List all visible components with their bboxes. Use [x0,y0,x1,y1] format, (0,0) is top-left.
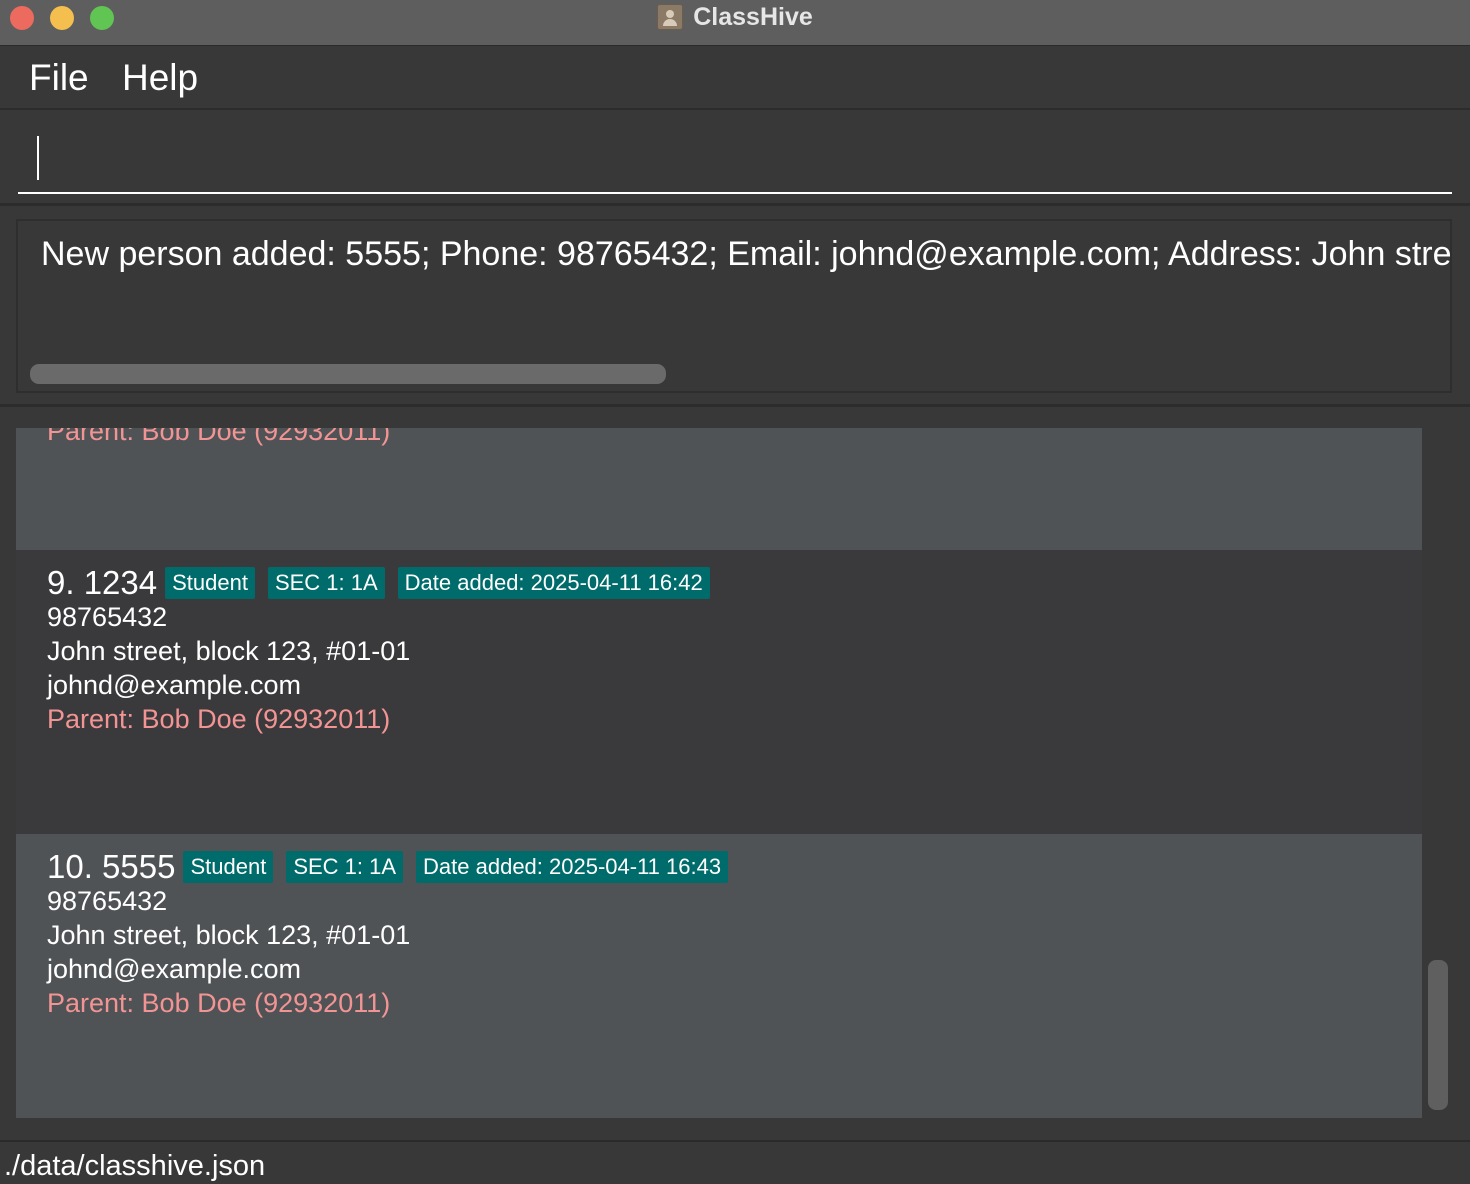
person-name: 9. 1234 [47,564,158,601]
command-input[interactable] [18,124,1452,194]
person-parent: Parent: Bob Doe (92932011) [47,428,391,446]
person-email: johnd@example.com [47,954,302,984]
title-bar: ClassHive [0,0,1470,46]
person-parent: Parent: Bob Doe (92932011) [47,988,391,1018]
status-bar: ./data/classhive.json [0,1140,1470,1184]
person-phone: 98765432 [47,602,168,632]
command-box [0,112,1470,206]
person-email: johnd@example.com [47,670,302,700]
date-added-tag: Date added: 2025-04-11 16:43 [416,851,729,883]
data-file-path: ./data/classhive.json [4,1150,266,1182]
person-list[interactable]: Parent: Bob Doe (92932011) 9. 1234 Stude… [16,428,1422,1118]
list-vertical-scrollbar[interactable] [1428,960,1448,1110]
window-title: ClassHive [693,2,813,31]
person-card[interactable]: 9. 1234 Student SEC 1: 1A Date added: 20… [16,550,1422,834]
divider [0,404,1470,407]
person-card-header: 9. 1234 Student SEC 1: 1A Date added: 20… [47,564,723,602]
result-horizontal-scrollbar[interactable] [30,364,666,384]
class-tag: SEC 1: 1A [286,851,404,883]
person-card[interactable]: 10. 5555 Student SEC 1: 1A Date added: 2… [16,834,1422,1118]
person-address: John street, block 123, #01-01 [47,920,411,950]
role-tag: Student [165,567,255,599]
person-parent: Parent: Bob Doe (92932011) [47,704,391,734]
class-tag: SEC 1: 1A [267,567,385,599]
date-added-tag: Date added: 2025-04-11 16:42 [397,567,710,599]
person-card[interactable]: Parent: Bob Doe (92932011) [16,428,1422,550]
person-phone: 98765432 [47,886,168,916]
person-name: 10. 5555 [47,848,176,885]
person-address: John street, block 123, #01-01 [47,636,411,666]
app-icon [657,4,684,30]
menu-help[interactable]: Help [122,57,198,99]
result-message: New person added: 5555; Phone: 98765432;… [41,235,1452,273]
text-caret [37,136,39,180]
person-card-header: 10. 5555 Student SEC 1: 1A Date added: 2… [47,848,741,886]
result-display: New person added: 5555; Phone: 98765432;… [16,219,1452,393]
role-tag: Student [183,851,274,883]
menu-file[interactable]: File [29,57,89,99]
menu-bar: File Help [0,47,1470,110]
window-title-group: ClassHive [0,0,1470,34]
